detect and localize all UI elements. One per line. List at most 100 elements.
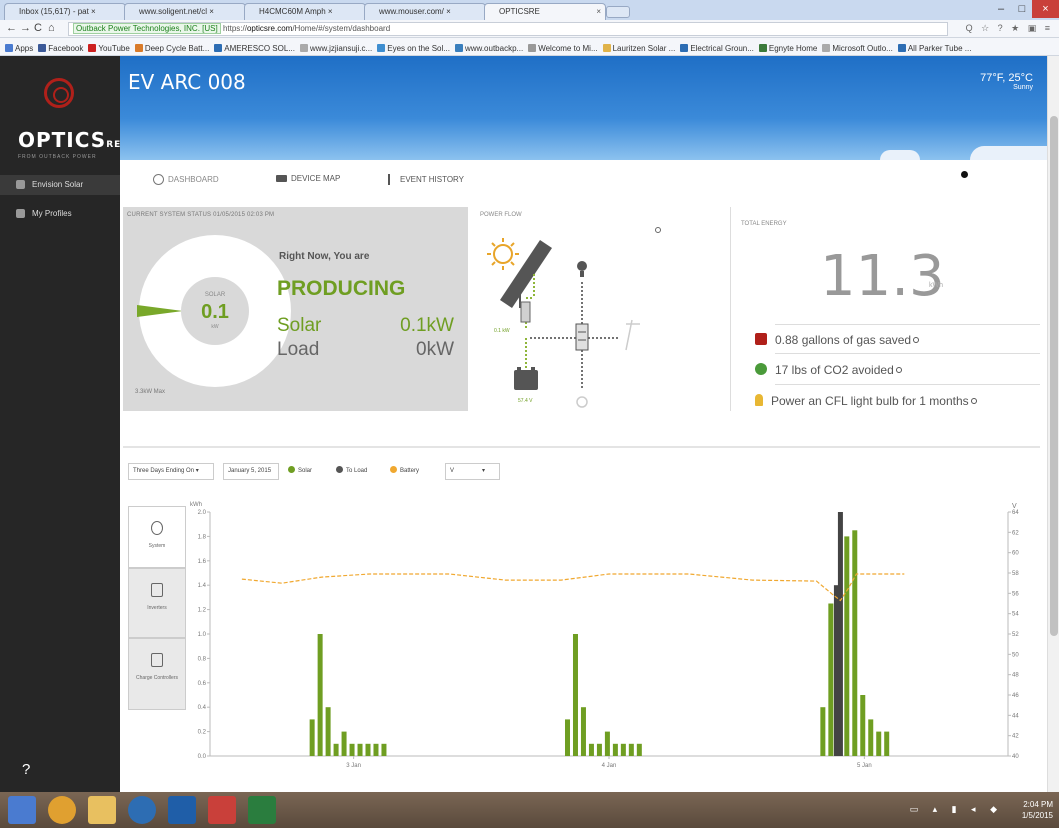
bookmark-item[interactable]: Apps [5,40,33,55]
person-icon [16,180,25,189]
solar-bar [357,743,363,756]
panel-divider [730,207,731,411]
charge-controller-icon [520,301,531,323]
browser-tab-active[interactable]: OPTICSRE × [484,3,606,20]
legend-battery[interactable]: Battery [390,466,419,474]
bookmark-item[interactable]: Microsoft Outlo... [822,40,893,55]
legend-solar[interactable]: Solar [288,466,312,474]
bookmark-icon [822,44,831,52]
url-input[interactable]: Outback Power Technologies, INC. [US] ht… [68,22,948,36]
reload-button[interactable]: C [34,22,42,34]
info-icon[interactable] [895,367,902,373]
info-icon[interactable] [970,398,977,404]
bookmark-item[interactable]: Deep Cycle Batt... [134,40,209,55]
solar-bar [565,719,571,756]
start-icon[interactable] [8,796,36,824]
browser-tab[interactable]: www.soligent.net/cl × [124,3,246,20]
bookmark-item[interactable]: AMERESCO SOL... [214,40,295,55]
co2-avoided-row: 17 lbs of CO2 avoided [755,363,902,377]
chrome-icon[interactable] [48,796,76,824]
solar-bar [309,719,315,756]
site-icon [248,8,256,16]
y-tick-label-right: 56 [1012,591,1019,597]
bookmark-item[interactable]: Welcome to Mi... [528,40,598,55]
info-icon[interactable] [913,337,920,343]
sidebar-item-my-profiles[interactable]: My Profiles [0,204,120,224]
browser-tab[interactable]: www.mouser.com/ × [364,3,486,20]
device-map-icon [276,175,287,182]
solar-reading: 0.1kW [400,315,454,336]
browser-toolbar-icons[interactable]: Q ☆ ? ★ ▣ ≡ [966,23,1053,34]
solar-flow-reading: 0.1 kW [494,328,510,334]
bookmark-item[interactable]: All Parker Tube ... [897,40,971,55]
url-scheme: https:// [222,24,247,33]
home-button[interactable]: ⌂ [48,22,55,34]
bookmark-item[interactable]: YouTube [88,40,130,55]
solar-bar [884,731,890,756]
bookmark-icon [38,44,47,52]
browser-tab[interactable]: H4CMC60M Amph × [244,3,366,20]
acrobat-icon[interactable] [208,796,236,824]
file-explorer-icon[interactable] [88,796,116,824]
range-select[interactable]: Three Days Ending On ▾ [128,463,214,480]
optics-logo-icon [44,78,74,108]
divider [775,324,1040,325]
taskbar-clock[interactable]: 2:04 PM 1/5/2015 [1022,799,1053,821]
page-scrollbar[interactable] [1047,56,1059,792]
generator-icon [576,396,588,408]
minimize-button[interactable]: – [990,0,1012,18]
excel-icon[interactable] [248,796,276,824]
cfl-bulb-row: Power an CFL light bulb for 1 months [755,394,977,408]
gauge-value: 0.1 [201,301,229,323]
solar-bar [596,743,602,756]
gauge-needle [137,305,183,317]
bookmark-item[interactable]: www.jzjiansuji.c... [299,40,372,55]
forward-button[interactable]: → [20,22,31,34]
scrollbar-thumb[interactable] [1050,116,1058,636]
bookmark-item[interactable]: Egnyte Home [758,40,817,55]
y-tick-label-left: 0.0 [198,754,207,760]
bookmarks-bar: Apps Facebook YouTube Deep Cycle Batt... AME… [0,38,1059,56]
mini-nav-charge-controllers[interactable]: Charge Controllers [128,638,186,710]
y-tick-label-left: 1.0 [198,632,207,638]
sidebar-item-envision-solar[interactable]: Envision Solar [0,175,120,195]
tab-device-map[interactable]: DEVICE MAP [276,174,340,183]
solar-bar [868,719,874,756]
browser-tab[interactable]: Inbox (15,617) - pat × [4,3,126,20]
maximize-button[interactable]: □ [1012,0,1032,18]
close-window-button[interactable]: × [1032,0,1059,18]
bookmark-icon [454,44,463,52]
page-icon [488,8,496,16]
system-tray[interactable]: ▭ ▴ ▮ ◂ ◆ [910,804,1003,815]
internet-explorer-icon[interactable] [128,796,156,824]
x-tick-label: 4 Jan [602,763,617,769]
tab-dashboard[interactable]: DASHBOARD [153,174,219,185]
y-tick-label-left: 1.4 [198,583,207,589]
outlook-icon[interactable] [168,796,196,824]
solar-bar [876,731,882,756]
tab-event-history[interactable]: EVENT HISTORY [388,174,464,185]
legend-to-load[interactable]: To Load [336,466,367,474]
security-badge[interactable]: Outback Power Technologies, INC. [US] [73,23,221,34]
bookmark-item[interactable]: Eyes on the Sol... [377,40,450,55]
new-tab-button[interactable] [606,6,630,18]
unit-select[interactable]: V ▾ [445,463,500,480]
total-energy-value: 11.3 [820,244,945,309]
clock-time: 2:04 PM [1023,800,1053,809]
weather-temp: 77°F, 25°C [980,72,1033,84]
bookmark-icon [299,44,308,52]
bookmark-item[interactable]: Facebook [38,40,83,55]
help-button[interactable]: ? [22,761,30,778]
back-button[interactable]: ← [6,22,17,34]
mini-nav-inverters[interactable]: Inverters [128,568,186,638]
bookmark-item[interactable]: www.outbackp... [454,40,523,55]
bookmark-item[interactable]: Electrical Groun... [680,40,754,55]
clock-date: 1/5/2015 [1021,811,1053,820]
solar-bar [852,530,858,756]
bookmark-item[interactable]: Lauritzen Solar ... [602,40,675,55]
mini-nav-system[interactable]: System [128,506,186,568]
date-picker[interactable]: January 5, 2015 [223,463,279,480]
power-flow-caption: POWER FLOW [480,212,522,218]
solar-bar [317,634,323,756]
close-tab-icon[interactable]: × [596,7,601,16]
